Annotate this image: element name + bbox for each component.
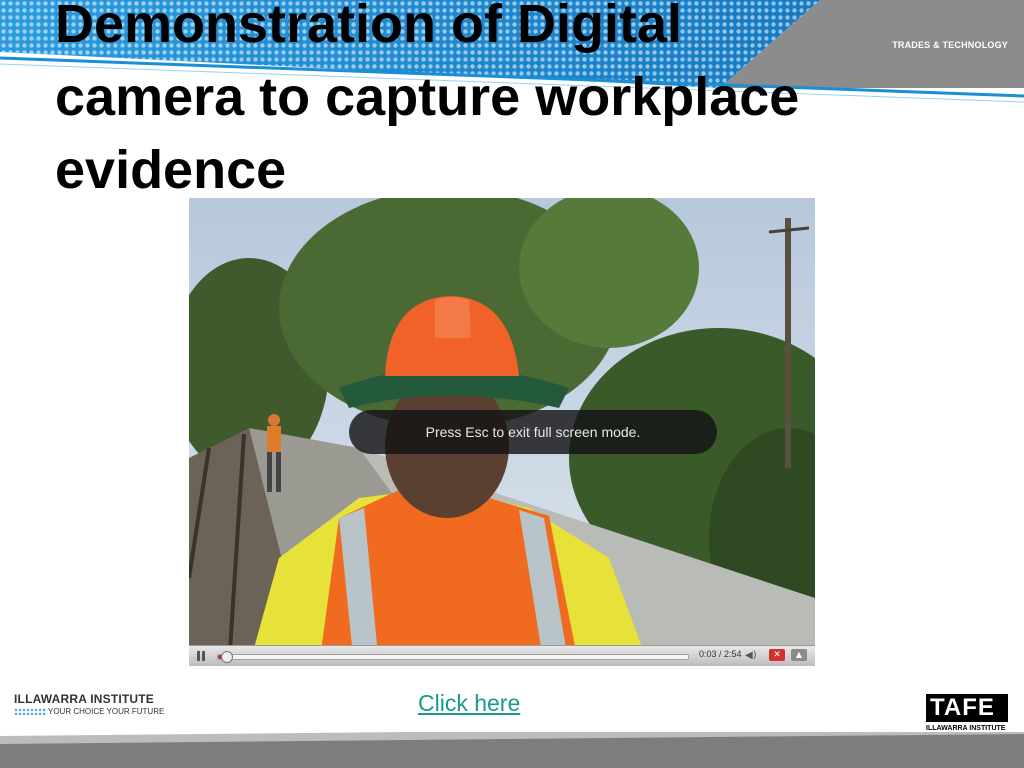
video-player[interactable]: Press Esc to exit full screen mode. 0:03…: [189, 198, 815, 666]
time-display: 0:03 / 2:54: [699, 649, 742, 659]
illawarra-institute-logo: ILLAWARRA INSTITUTE YOUR CHOICE YOUR FUT…: [14, 692, 164, 716]
volume-icon[interactable]: ◀): [745, 650, 757, 661]
seek-handle[interactable]: [220, 651, 233, 663]
fullscreen-exit-hint: Press Esc to exit full screen mode.: [349, 410, 717, 454]
close-icon[interactable]: ✕: [769, 649, 785, 661]
tafe-logo: TAFE ILLAWARRA INSTITUTE: [926, 694, 1008, 732]
seek-bar[interactable]: [217, 651, 689, 663]
bottom-banner: [0, 732, 1024, 768]
pause-icon[interactable]: [195, 650, 207, 662]
logo-tagline: YOUR CHOICE YOUR FUTURE: [14, 707, 164, 716]
click-here-link[interactable]: Click here: [418, 690, 520, 717]
player-controls: 0:03 / 2:54 ◀) ✕ ▲: [189, 645, 815, 666]
dots-icon: [14, 708, 46, 716]
tafe-subtitle: ILLAWARRA INSTITUTE: [926, 725, 1006, 732]
slide: TRADES & TECHNOLOGY Demonstration of Dig…: [0, 0, 1024, 768]
expand-icon[interactable]: ▲: [791, 649, 807, 661]
logo-tagline-text: YOUR CHOICE YOUR FUTURE: [48, 707, 165, 716]
tafe-mark: TAFE: [926, 694, 1008, 722]
slide-title: Demonstration of Digital camera to captu…: [55, 0, 800, 200]
logo-name: ILLAWARRA INSTITUTE: [14, 692, 155, 706]
